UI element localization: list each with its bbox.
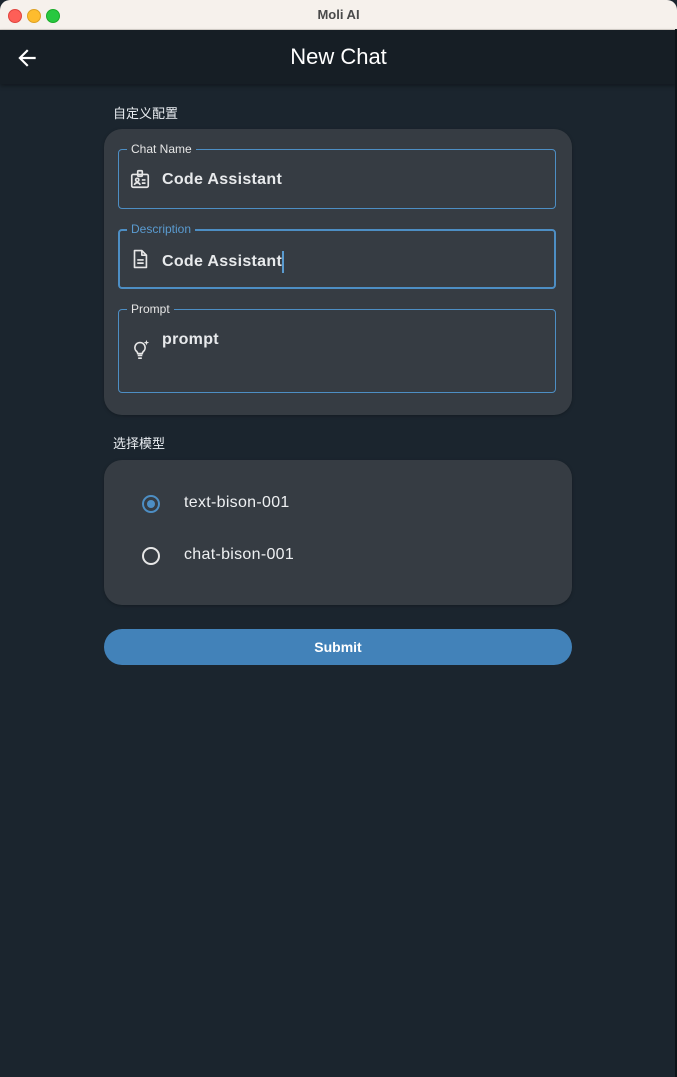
description-label: Description — [127, 221, 196, 237]
chat-name-field[interactable]: Chat Name Code Assistant — [118, 141, 556, 209]
text-caret — [282, 251, 285, 273]
app-bar: New Chat — [0, 30, 677, 84]
custom-config-card: Chat Name Code Assistant Description Cod… — [104, 129, 572, 415]
model-select-card: text-bison-001 chat-bison-001 — [104, 460, 572, 605]
prompt-label: Prompt — [127, 301, 174, 317]
page-title: New Chat — [290, 44, 387, 69]
document-icon — [133, 249, 148, 269]
radio-button-selected[interactable] — [142, 495, 160, 513]
description-value: Code Assistant — [162, 253, 283, 271]
window-title: Moli AI — [317, 7, 360, 22]
radio-button-unselected[interactable] — [142, 547, 160, 565]
lightbulb-sparkle-icon — [134, 339, 150, 359]
model-option-label: text-bison-001 — [184, 494, 290, 511]
model-option-text-bison[interactable]: text-bison-001 — [142, 490, 442, 520]
model-select-label: 选择模型 — [113, 437, 166, 452]
custom-config-label: 自定义配置 — [113, 107, 179, 122]
prompt-value: prompt — [162, 331, 219, 348]
submit-button[interactable]: Submit — [104, 629, 572, 665]
description-field[interactable]: Description Code Assistant — [118, 221, 556, 289]
chat-name-label: Chat Name — [127, 141, 196, 157]
id-badge-icon — [130, 169, 150, 189]
model-option-chat-bison[interactable]: chat-bison-001 — [142, 542, 442, 572]
chat-name-value: Code Assistant — [162, 171, 283, 188]
model-option-label: chat-bison-001 — [184, 546, 295, 563]
prompt-field[interactable]: Prompt prompt — [118, 301, 556, 393]
description-input[interactable]: Code Assistant — [162, 251, 285, 273]
window-titlebar: Moli AI — [0, 0, 677, 30]
